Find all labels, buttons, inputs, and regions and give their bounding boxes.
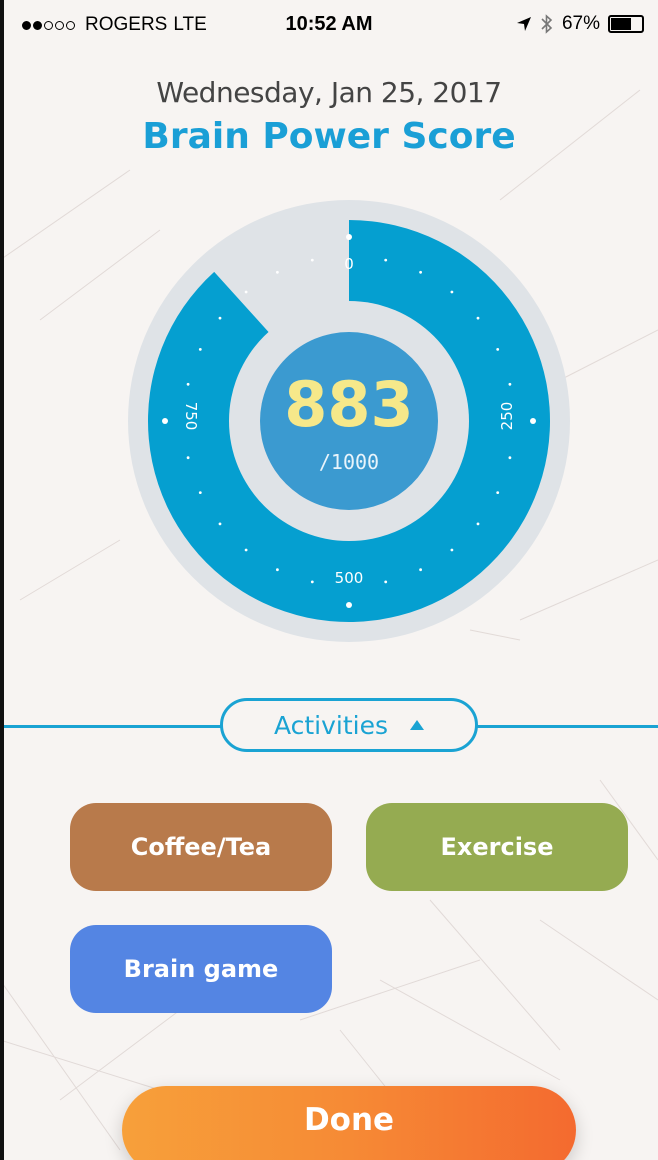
gauge-minor-tick bbox=[310, 580, 314, 584]
status-bar: ROGERS LTE 10:52 AM 67% bbox=[0, 0, 658, 46]
activities-label: Activities bbox=[273, 710, 389, 740]
gauge-minor-tick bbox=[186, 382, 190, 386]
tick-label-750: 750 bbox=[182, 402, 200, 431]
gauge-minor-tick bbox=[476, 522, 480, 526]
gauge-minor-tick bbox=[244, 548, 248, 552]
bluetooth-icon bbox=[541, 14, 553, 34]
activities-toggle[interactable]: Activities bbox=[220, 698, 478, 752]
gauge-minor-tick bbox=[218, 522, 222, 526]
status-right: 67% bbox=[516, 13, 644, 35]
gauge-minor-tick bbox=[450, 290, 454, 294]
done-button[interactable]: Done bbox=[122, 1086, 576, 1160]
screen-edge bbox=[0, 0, 4, 1160]
gauge-minor-tick bbox=[384, 580, 388, 584]
gauge-minor-tick bbox=[244, 290, 248, 294]
coffee-tea-button[interactable]: Coffee/Tea bbox=[70, 803, 332, 891]
gauge-minor-tick bbox=[450, 548, 454, 552]
gauge-minor-tick bbox=[419, 568, 422, 572]
gauge-major-tick bbox=[530, 418, 536, 424]
page-title: Brain Power Score bbox=[142, 116, 516, 157]
date-label: Wednesday, Jan 25, 2017 bbox=[156, 76, 502, 109]
gauge-major-tick bbox=[162, 418, 168, 424]
chevron-up-icon bbox=[410, 720, 425, 730]
score-max: /1000 bbox=[318, 450, 380, 474]
exercise-button[interactable]: Exercise bbox=[366, 803, 628, 891]
gauge-minor-tick bbox=[276, 568, 279, 572]
gauge-minor-tick bbox=[496, 348, 500, 351]
location-arrow-icon bbox=[516, 17, 531, 31]
gauge-major-tick bbox=[346, 234, 352, 240]
gauge-minor-tick bbox=[276, 270, 279, 274]
gauge-minor-tick bbox=[496, 491, 500, 494]
gauge-minor-tick bbox=[198, 348, 202, 351]
gauge-minor-tick bbox=[419, 270, 422, 274]
gauge-minor-tick bbox=[384, 258, 388, 262]
gauge-minor-tick bbox=[508, 456, 512, 460]
score-value: 883 bbox=[284, 368, 414, 441]
gauge-minor-tick bbox=[476, 316, 480, 320]
gauge-minor-tick bbox=[186, 456, 190, 460]
battery-percent: 67% bbox=[561, 13, 600, 34]
brain-game-button[interactable]: Brain game bbox=[70, 925, 332, 1013]
gauge-minor-tick bbox=[198, 491, 202, 494]
gauge-minor-tick bbox=[310, 258, 314, 262]
battery-fill bbox=[611, 18, 632, 30]
gauge-minor-tick bbox=[218, 316, 222, 320]
tick-label-500: 500 bbox=[335, 569, 364, 587]
tick-label-0: 0 bbox=[344, 255, 354, 273]
battery-icon bbox=[608, 15, 644, 33]
gauge-minor-tick bbox=[508, 382, 512, 386]
tick-label-250: 250 bbox=[498, 402, 516, 431]
gauge-major-tick bbox=[346, 602, 352, 608]
